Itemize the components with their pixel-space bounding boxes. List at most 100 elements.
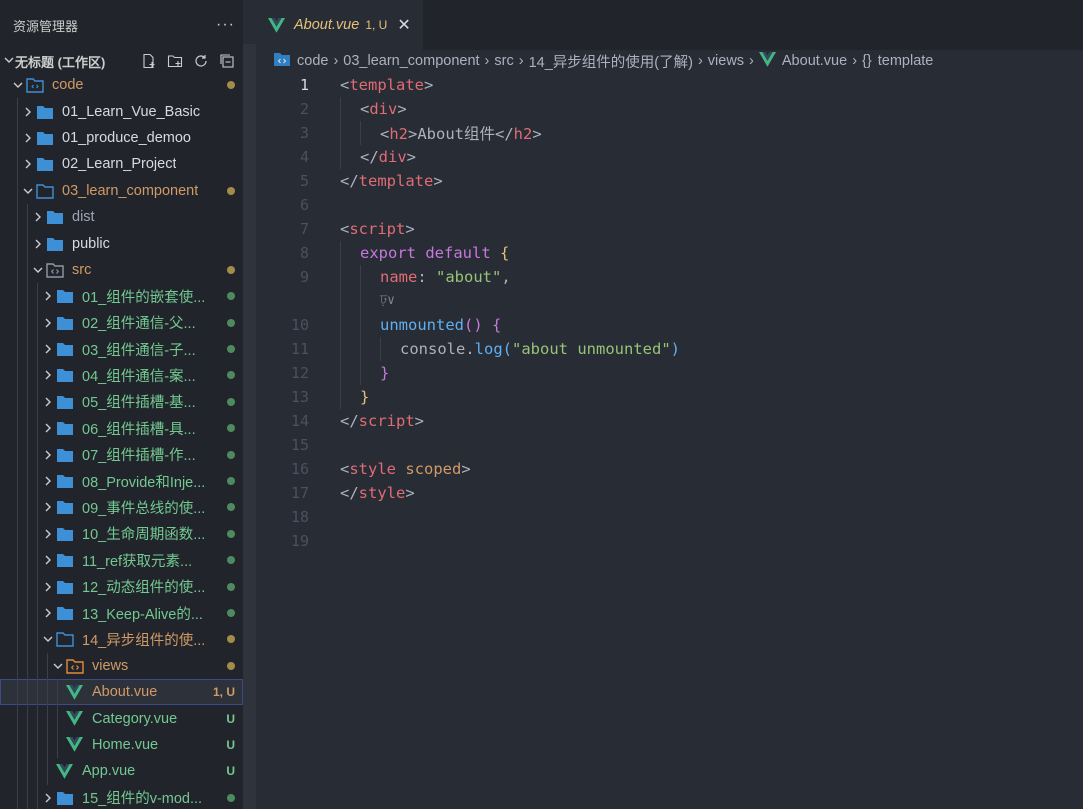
line-number: 14 [290,412,309,430]
folder-item-08-provide-inje[interactable]: 08_Provide和Inje... [0,467,243,495]
folder-item-15-v-mod[interactable]: 15_组件的v-mod... [0,784,243,809]
folder-code-icon [273,51,297,71]
breadcrumb-template[interactable]: {} template [862,53,933,69]
chevron-right-icon[interactable] [30,238,46,250]
breadcrumb-learn-component[interactable]: 03_learn_component [343,53,479,69]
chevron-right-icon[interactable] [40,554,56,566]
line-number: 18 [290,508,309,526]
breadcrumb-src[interactable]: src [494,53,513,69]
file-item-app-vue[interactable]: App.vue U [0,758,243,785]
status-dot-icon [227,556,235,565]
refresh-icon[interactable] [191,51,211,71]
folder-item-dist[interactable]: dist [0,203,243,231]
folder-item-01[interactable]: 01_组件的嵌套使... [0,283,243,310]
scrollbar-thumb[interactable] [243,44,256,809]
tree-indent-guide [27,599,28,627]
chevron-down-icon[interactable] [40,633,56,645]
code-editor[interactable]: 1 <template> 2 <div> 3 <h2>About组件</h2> … [256,73,1083,553]
folder-item-src[interactable]: src [0,256,243,284]
chevron-right-icon[interactable] [20,158,36,170]
folder-item-01-learn-vue-basic[interactable]: 01_Learn_Vue_Basic [0,98,243,125]
tree-indent-guide [37,467,38,495]
breadcrumb-code[interactable]: code [273,51,328,71]
more-actions-icon[interactable]: ··· [216,16,235,34]
tree-indent-guide [27,626,28,653]
breadcrumb-about-vue[interactable]: About.vue [758,51,847,71]
workspace-header[interactable]: 无标题 (工作区) [0,50,243,72]
folder-item-14[interactable]: 14_异步组件的使... [0,626,243,653]
token: > [532,125,542,143]
folder-item-02[interactable]: 02_组件通信-父... [0,309,243,336]
code-line: 18 [256,505,1083,529]
explorer-title: 资源管理器 [13,18,79,34]
chevron-right-icon[interactable] [40,317,56,329]
code-line: 19 [256,529,1083,553]
folder-item-02-learn-project[interactable]: 02_Learn_Project [0,151,243,178]
chevron-right-icon[interactable] [40,396,56,408]
file-item-category-vue[interactable]: Category.vue U [0,705,243,732]
folder-item-13-keep-alive[interactable]: 13_Keep-Alive的... [0,599,243,627]
status-dot-icon [227,503,235,512]
chevron-right-icon[interactable] [40,290,56,302]
collapse-all-icon[interactable] [217,51,237,71]
tag-name: h2 [389,125,409,143]
folder-item-04[interactable]: 04_组件通信-案... [0,362,243,389]
tree-indent-guide [17,362,18,389]
chevron-right-icon[interactable] [40,501,56,513]
folder-item-code[interactable]: code [0,72,243,98]
folder-item-views[interactable]: views [0,652,243,679]
close-icon[interactable]: ✕ [397,15,410,35]
chevron-right-icon[interactable] [30,211,46,223]
tree-indent-guide [37,547,38,574]
folder-item-05[interactable]: 05_组件插槽-基... [0,388,243,416]
chevron-down-icon[interactable] [30,264,46,276]
chevron-down-icon[interactable] [20,185,36,197]
breadcrumb-views[interactable]: views [708,53,744,69]
tag-name: div [369,100,398,118]
chevron-right-icon[interactable] [40,475,56,487]
folder-item-10[interactable]: 10_生命周期函数... [0,520,243,548]
chevron-right-icon[interactable] [40,343,56,355]
tree-indent-guide [37,599,38,627]
chevron-right-icon[interactable] [20,106,36,118]
line-number: 17 [290,484,309,502]
new-file-icon[interactable] [139,51,159,71]
tree-indent-guide [37,441,38,468]
breadcrumb-async-component[interactable]: 14_异步组件的使用(了解) [529,51,693,72]
folder-item-07[interactable]: 07_组件插槽-作... [0,441,243,468]
folder-item-11-ref[interactable]: 11_ref获取元素... [0,547,243,574]
tab-about-vue[interactable]: About.vue 1, U ✕ [256,0,423,50]
folder-item-03[interactable]: 03_组件通信-子... [0,335,243,363]
folder-item-06[interactable]: 06_组件插槽-具... [0,415,243,442]
line-number: 7 [299,220,309,238]
tree-item-label: 08_Provide和Inje... [82,474,206,491]
chevron-right-icon[interactable] [40,528,56,540]
folder-item-12[interactable]: 12_动态组件的使... [0,573,243,600]
folder-item-public[interactable]: public [0,230,243,257]
codelens-hint-icon[interactable]: ঢ়∨ [380,291,395,312]
chevron-right-icon[interactable] [40,607,56,619]
indent-guide [340,241,341,265]
folder-item-09[interactable]: 09_事件总线的使... [0,494,243,521]
tree-indent-guide [27,573,28,600]
chevron-right-icon[interactable] [40,581,56,593]
token: > [461,460,471,478]
file-item-home-vue[interactable]: Home.vue U [0,731,243,759]
new-folder-icon[interactable] [165,51,185,71]
chevron-down-icon[interactable] [10,79,26,91]
tree-item-label: 02_Learn_Project [62,156,177,173]
status-dot-icon [227,793,235,802]
chevron-right-icon[interactable] [40,422,56,434]
indent-guide [340,385,341,409]
tree-item-label: 10_生命周期函数... [82,527,206,544]
folder-item-03-learn-component[interactable]: 03_learn_component [0,177,243,204]
tree-indent-guide [27,441,28,468]
file-item-about-vue[interactable]: About.vue 1, U [0,678,243,706]
chevron-right-icon[interactable] [40,369,56,381]
chevron-right-icon[interactable] [40,792,56,804]
chevron-down-icon[interactable] [50,660,66,672]
chevron-right-icon[interactable] [40,449,56,461]
sidebar-scrollbar[interactable] [243,0,256,809]
chevron-right-icon[interactable] [20,132,36,144]
folder-item-01-produce-demoo[interactable]: 01_produce_demoo [0,124,243,152]
